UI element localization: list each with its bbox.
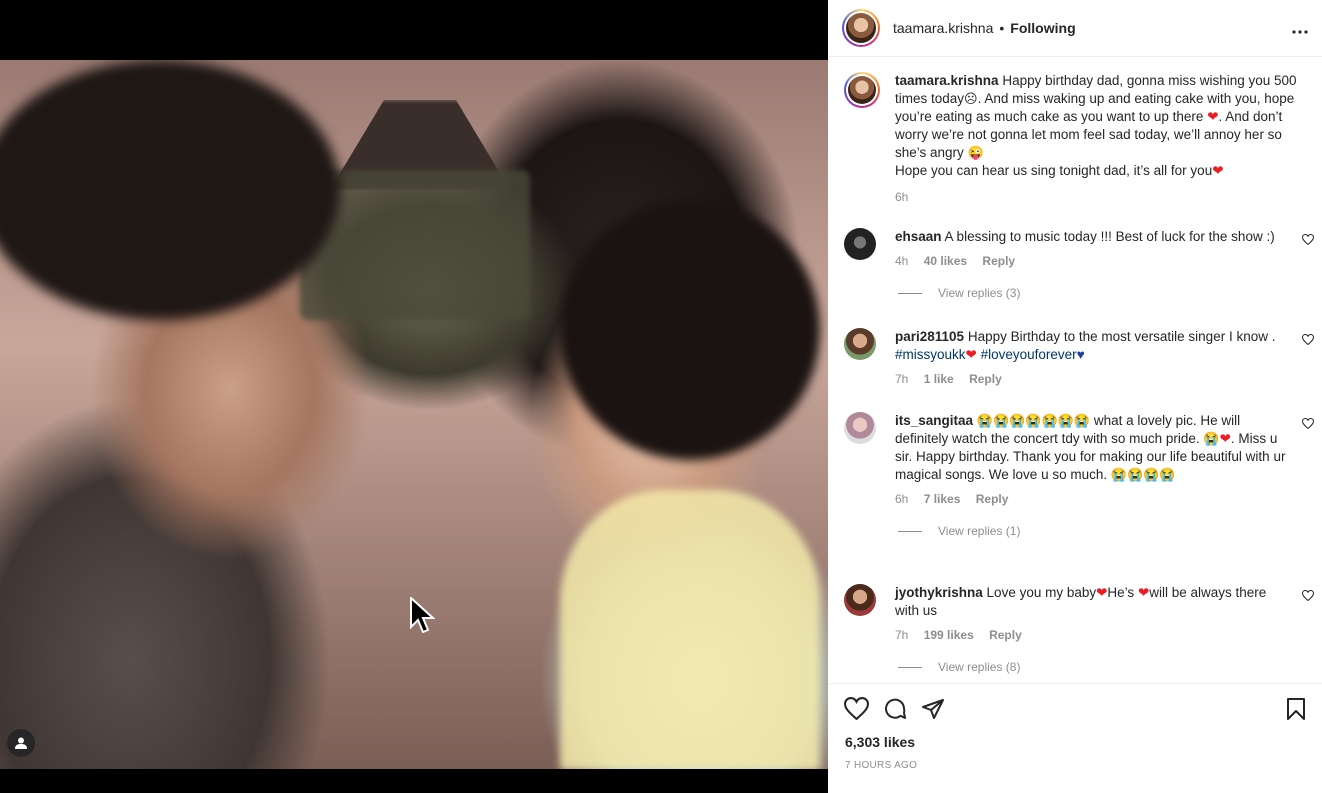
photo-figure-shirt: [560, 490, 820, 769]
comment-sangitaa: its_sangitaa 😭😭😭😭😭😭😭 what a lovely pic. …: [844, 412, 1315, 538]
comment-likes[interactable]: 40 likes: [924, 254, 967, 268]
comment-text: jyothykrishna Love you my baby❤He’s ❤wil…: [895, 585, 1267, 618]
comment-avatar[interactable]: [844, 228, 876, 260]
hashtag-link[interactable]: #missyoukk: [895, 347, 966, 362]
like-comment-icon[interactable]: [1301, 417, 1315, 432]
comment-meta: 7h 199 likes Reply: [895, 628, 1022, 642]
comment-pari: pari281105 Happy Birthday to the most ve…: [844, 328, 1315, 386]
reply-button[interactable]: Reply: [976, 492, 1009, 506]
reply-button[interactable]: Reply: [982, 254, 1015, 268]
header-separator: •: [999, 20, 1005, 36]
crying-emoji-run: 😭😭😭😭😭😭😭: [976, 413, 1091, 428]
user-tag-button[interactable]: [7, 729, 35, 757]
post-side-panel: taamara.krishna • Following taamara.kris…: [828, 0, 1322, 793]
view-replies-button[interactable]: View replies (3): [898, 286, 1314, 300]
crying-emoji-run: 😭😭😭😭: [1110, 467, 1176, 482]
comment-avatar[interactable]: [844, 412, 876, 444]
heart-emoji: ❤: [1219, 431, 1231, 446]
post-timestamp: 7 HOURS AGO: [845, 760, 918, 771]
heart-emoji: ❤: [1096, 585, 1108, 600]
comment-meta: 4h 40 likes Reply: [895, 254, 1016, 268]
comment-username[interactable]: ehsaan: [895, 229, 942, 244]
comment-ehsaan: ehsaan A blessing to music today !!! Bes…: [844, 228, 1315, 300]
comment-avatar[interactable]: [844, 328, 876, 360]
share-icon[interactable]: [921, 697, 945, 726]
comment-jyothy: jyothykrishna Love you my baby❤He’s ❤wil…: [844, 584, 1315, 674]
following-button[interactable]: Following: [1010, 20, 1075, 36]
comment-username[interactable]: its_sangitaa: [895, 413, 973, 428]
photo-figure-man: [0, 60, 340, 320]
comment-username[interactable]: jyothykrishna: [895, 585, 983, 600]
comment-likes[interactable]: 199 likes: [924, 628, 974, 642]
heart-emoji: ❤: [1212, 163, 1224, 178]
avatar-image: [846, 13, 876, 43]
photo-figure-child: [560, 200, 820, 460]
comment-text: pari281105 Happy Birthday to the most ve…: [895, 329, 1276, 362]
post-header: taamara.krishna • Following: [828, 0, 1322, 57]
action-icons: [828, 684, 1322, 726]
author-avatar[interactable]: [842, 9, 880, 47]
comment-avatar[interactable]: [844, 584, 876, 616]
like-comment-icon[interactable]: [1301, 233, 1315, 248]
caption-meta: 6h: [895, 190, 1314, 204]
view-replies-button[interactable]: View replies (1): [898, 524, 1314, 538]
comment-username[interactable]: pari281105: [895, 329, 964, 344]
caption: taamara.krishna Happy birthday dad, gonn…: [844, 72, 1314, 204]
comment-icon[interactable]: [883, 697, 907, 726]
comment-likes[interactable]: 7 likes: [924, 492, 961, 506]
bookmark-icon[interactable]: [1286, 697, 1306, 726]
like-comment-icon[interactable]: [1301, 589, 1315, 604]
post-media: [0, 0, 828, 793]
likes-count[interactable]: 6,303 likes: [828, 726, 1322, 750]
caption-avatar[interactable]: [844, 72, 880, 108]
comment-text: ehsaan A blessing to music today !!! Bes…: [895, 229, 1275, 244]
post-photo[interactable]: [0, 60, 828, 769]
comment-text: its_sangitaa 😭😭😭😭😭😭😭 what a lovely pic. …: [895, 413, 1286, 482]
caption-time: 6h: [895, 190, 909, 204]
winking-tongue-emoji: 😜: [967, 145, 984, 160]
caption-text: taamara.krishna Happy birthday dad, gonn…: [895, 73, 1297, 178]
user-icon: [15, 737, 27, 749]
mouse-cursor-icon: [410, 597, 436, 634]
comment-meta: 6h 7 likes Reply: [895, 492, 1009, 506]
caption-username[interactable]: taamara.krishna: [895, 73, 999, 88]
heart-emoji: ❤: [1207, 109, 1219, 124]
like-comment-icon[interactable]: [1301, 333, 1315, 348]
author-username[interactable]: taamara.krishna: [893, 20, 993, 36]
reply-button[interactable]: Reply: [989, 628, 1022, 642]
comment-meta: 7h 1 like Reply: [895, 372, 1002, 386]
post-actions: 6,303 likes 7 HOURS AGO: [828, 683, 1322, 771]
blue-heart-emoji: ♥: [1076, 347, 1085, 362]
view-replies-button[interactable]: View replies (8): [898, 660, 1314, 674]
heart-emoji: ❤: [1137, 585, 1150, 600]
more-options-icon[interactable]: [1292, 18, 1308, 39]
crying-emoji: 😭: [1203, 431, 1220, 446]
frowning-emoji: ☹: [964, 91, 978, 106]
comments-list[interactable]: taamara.krishna Happy birthday dad, gonn…: [828, 58, 1322, 683]
heart-emoji: ❤: [965, 347, 977, 362]
reply-button[interactable]: Reply: [969, 372, 1002, 386]
hashtag-link[interactable]: #loveyouforever: [981, 347, 1077, 362]
like-icon[interactable]: [843, 697, 870, 725]
comment-likes[interactable]: 1 like: [924, 372, 954, 386]
